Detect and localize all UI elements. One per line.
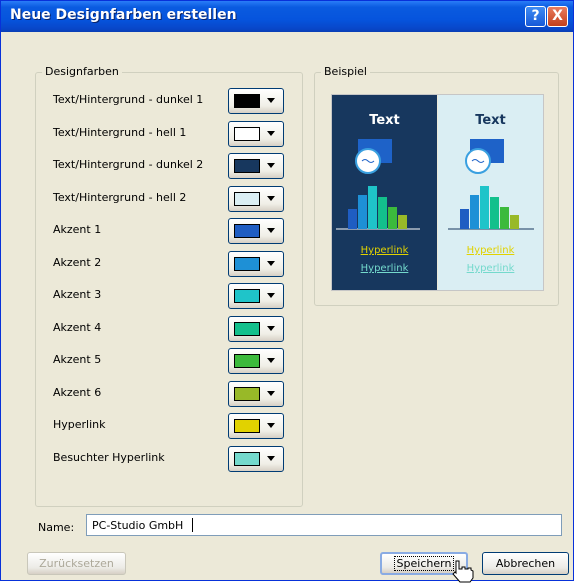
- color-row: Akzent 5: [36, 346, 304, 374]
- sample-legend: Beispiel: [321, 65, 370, 78]
- help-button[interactable]: ?: [525, 6, 546, 27]
- color-picker-button[interactable]: [228, 185, 284, 212]
- dropdown-arrow-icon: [267, 163, 275, 168]
- preview-bar: [368, 186, 377, 229]
- dropdown-arrow-icon: [267, 455, 275, 461]
- preview-dark-text: Text: [369, 113, 400, 128]
- color-row: Hyperlink: [36, 411, 304, 439]
- color-swatch: [234, 354, 260, 368]
- color-swatch: [234, 126, 260, 141]
- preview-light-visited-link: Hyperlink: [466, 263, 515, 274]
- color-row: Text/Hintergrund - hell 1: [36, 119, 304, 147]
- color-swatch: [234, 289, 260, 303]
- dialog-title: Neue Designfarben erstellen: [10, 7, 237, 23]
- color-swatch: [234, 451, 260, 466]
- color-row: Akzent 3: [36, 281, 304, 309]
- dropdown-arrow-icon: [267, 390, 275, 396]
- color-swatch: [234, 386, 260, 401]
- dropdown-arrow-icon: [267, 195, 275, 201]
- color-row: Text/Hintergrund - hell 2: [36, 184, 304, 212]
- dialog-window: Neue Designfarben erstellen ? X Designfa…: [0, 0, 574, 583]
- cancel-button[interactable]: Abbrechen: [482, 552, 569, 575]
- preview-light-hyperlink: Hyperlink: [466, 245, 515, 256]
- color-row: Akzent 1: [36, 216, 304, 244]
- theme-colors-legend: Designfarben: [42, 65, 122, 78]
- dropdown-arrow-icon: [267, 325, 275, 331]
- color-swatch: [234, 159, 260, 173]
- color-row: Text/Hintergrund - dunkel 2: [36, 151, 304, 179]
- close-button[interactable]: X: [547, 6, 568, 27]
- color-row-label: Text/Hintergrund - hell 1: [53, 125, 187, 139]
- reset-button[interactable]: Zurücksetzen: [27, 552, 126, 575]
- preview-dark-hyperlink: Hyperlink: [360, 245, 409, 256]
- hand-cursor-icon: [452, 560, 474, 583]
- preview-bar: [490, 197, 499, 229]
- theme-colors-group: Designfarben Text/Hintergrund - dunkel 1…: [35, 65, 304, 507]
- dropdown-arrow-icon: [267, 260, 275, 266]
- preview-dark-visited-link: Hyperlink: [360, 263, 409, 274]
- text-caret: [192, 518, 193, 532]
- save-button-label: Speichern: [393, 556, 455, 571]
- color-row-label: Akzent 5: [53, 353, 102, 366]
- color-row: Akzent 4: [36, 314, 304, 342]
- color-row-label: Akzent 6: [53, 385, 102, 399]
- dropdown-arrow-icon: [267, 98, 275, 103]
- color-picker-button[interactable]: [228, 413, 284, 439]
- color-swatch: [234, 94, 260, 108]
- preview-bar: [460, 209, 469, 229]
- color-swatch: [234, 256, 260, 271]
- preview-dark-half: Text Hyperlink Hyperlink: [332, 95, 437, 290]
- color-picker-button[interactable]: [228, 250, 284, 277]
- preview-bar: [398, 215, 407, 229]
- name-input[interactable]: [86, 514, 562, 536]
- preview-light-half: Text Hyperlink Hyperlink: [438, 95, 543, 290]
- color-picker-button[interactable]: [228, 348, 284, 374]
- color-row-label: Text/Hintergrund - hell 2: [53, 190, 187, 204]
- preview-bar: [500, 207, 509, 229]
- color-row: Besuchter Hyperlink: [36, 444, 304, 472]
- preview-light-text: Text: [475, 113, 506, 128]
- color-row-label: Text/Hintergrund - dunkel 2: [53, 158, 204, 171]
- preview-bar: [388, 207, 397, 229]
- color-row: Akzent 2: [36, 249, 304, 277]
- dropdown-arrow-icon: [267, 358, 275, 363]
- color-picker-button[interactable]: [228, 445, 284, 472]
- color-row: Text/Hintergrund - dunkel 1: [36, 86, 304, 114]
- color-picker-button[interactable]: [228, 120, 284, 147]
- preview-dark-graphics: [336, 139, 420, 230]
- preview-bar: [378, 197, 387, 229]
- preview-bar: [510, 215, 519, 229]
- color-row-label: Akzent 1: [53, 223, 102, 236]
- color-swatch: [234, 191, 260, 206]
- color-row-label: Akzent 2: [53, 255, 102, 269]
- dropdown-arrow-icon: [267, 228, 275, 233]
- sample-preview: Text Hyperlink Hyperlink Text Hyperlink …: [331, 94, 544, 291]
- dropdown-arrow-icon: [267, 293, 275, 298]
- preview-bar: [470, 195, 479, 229]
- preview-bar: [358, 195, 367, 229]
- color-picker-button[interactable]: [228, 380, 284, 407]
- color-row-label: Besuchter Hyperlink: [53, 450, 165, 464]
- color-row-label: Akzent 4: [53, 320, 102, 334]
- color-picker-button[interactable]: [228, 315, 284, 342]
- preview-light-graphics: [448, 139, 534, 230]
- color-row-label: Akzent 3: [53, 288, 102, 301]
- dropdown-arrow-icon: [267, 130, 275, 136]
- color-picker-button[interactable]: [228, 88, 284, 114]
- color-row-label: Text/Hintergrund - dunkel 1: [53, 93, 204, 106]
- preview-bar: [480, 186, 489, 229]
- dropdown-arrow-icon: [267, 423, 275, 428]
- color-swatch: [234, 419, 260, 433]
- color-swatch: [234, 321, 260, 336]
- color-picker-button[interactable]: [228, 283, 284, 309]
- color-row: Akzent 6: [36, 379, 304, 407]
- color-row-label: Hyperlink: [53, 418, 106, 431]
- color-picker-button[interactable]: [228, 218, 284, 244]
- color-picker-button[interactable]: [228, 153, 284, 179]
- name-label: Name:: [38, 521, 75, 534]
- preview-bar: [348, 209, 357, 229]
- color-swatch: [234, 224, 260, 238]
- title-bar[interactable]: Neue Designfarben erstellen ? X: [1, 1, 573, 32]
- sample-group: Beispiel Text Hyperlink Hyperlink Text H…: [314, 65, 559, 306]
